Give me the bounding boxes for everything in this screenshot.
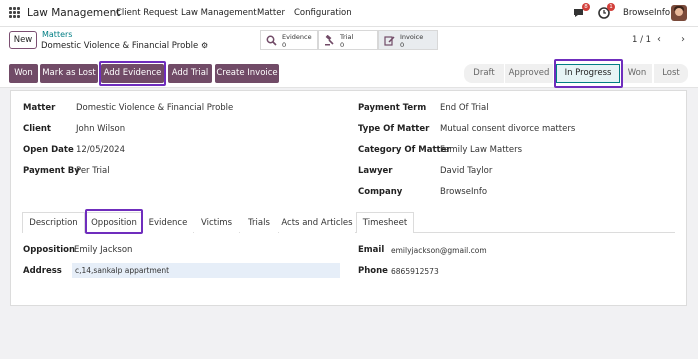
stage-draft[interactable]: Draft xyxy=(464,64,504,83)
add-trial-button[interactable]: Add Trial xyxy=(168,64,212,83)
tab-description[interactable]: Description xyxy=(22,212,85,233)
tab-evidence[interactable]: Evidence xyxy=(143,212,193,233)
chat-icon[interactable]: 8 xyxy=(572,3,590,20)
category-of-matter-value[interactable]: Family Law Matters xyxy=(440,145,522,155)
invoice-label: Invoice xyxy=(400,33,424,41)
tab-victims[interactable]: Victims xyxy=(194,212,239,233)
stage-won[interactable]: Won xyxy=(622,64,652,83)
menu-client-request[interactable]: Client Request xyxy=(116,8,178,18)
open-date-value[interactable]: 12/05/2024 xyxy=(76,145,125,155)
next-record-icon[interactable]: › xyxy=(681,34,685,45)
evidence-label: Evidence xyxy=(282,33,312,41)
lawyer-value[interactable]: David Taylor xyxy=(440,166,492,176)
highlight-opposition-tab xyxy=(85,209,143,234)
address-label: Address xyxy=(23,266,62,276)
opposition-value[interactable]: Emily Jackson xyxy=(74,245,132,255)
email-label: Email xyxy=(358,245,385,255)
tab-trials[interactable]: Trials xyxy=(240,212,278,233)
invoice-count: 0 xyxy=(400,41,405,49)
lawyer-label: Lawyer xyxy=(358,166,393,176)
trial-label: Trial xyxy=(340,33,354,41)
invoice-smart-button[interactable]: Invoice 0 xyxy=(378,30,438,50)
breadcrumb-matters-link[interactable]: Matters xyxy=(42,30,72,39)
matter-value[interactable]: Domestic Violence & Financial Proble xyxy=(76,103,233,113)
payment-term-value[interactable]: End Of Trial xyxy=(440,103,489,113)
menu-matter[interactable]: Matter xyxy=(257,8,285,18)
app-brand[interactable]: Law Management xyxy=(27,7,120,19)
email-value[interactable]: emilyjackson@gmail.com xyxy=(391,246,487,255)
mark-as-lost-button[interactable]: Mark as Lost xyxy=(40,64,98,83)
chat-count-badge: 8 xyxy=(582,3,590,11)
evidence-smart-button[interactable]: Evidence 0 xyxy=(260,30,318,50)
phone-label: Phone xyxy=(358,266,388,276)
breadcrumb-current-record: Domestic Violence & Financial Proble ⚙ xyxy=(41,41,208,51)
category-of-matter-label: Category Of Matter xyxy=(358,145,451,155)
magnifier-icon xyxy=(266,35,277,46)
app-menu-icon[interactable] xyxy=(9,7,20,18)
clock-icon[interactable]: 1 xyxy=(597,3,615,20)
menu-configuration[interactable]: Configuration xyxy=(294,8,352,18)
previous-record-icon[interactable]: ‹ xyxy=(657,34,661,45)
company-value[interactable]: BrowseInfo xyxy=(440,187,487,197)
client-label: Client xyxy=(23,124,51,134)
gavel-icon xyxy=(325,35,334,46)
new-button[interactable]: New xyxy=(9,31,37,49)
payment-by-label: Payment By xyxy=(23,166,80,176)
trial-count: 0 xyxy=(340,41,345,49)
tab-acts-and-articles[interactable]: Acts and Articles xyxy=(279,212,355,233)
company-label: Company xyxy=(358,187,403,197)
payment-term-label: Payment Term xyxy=(358,103,427,113)
create-invoice-button[interactable]: Create Invoice xyxy=(215,64,279,83)
menu-law-management[interactable]: Law Management xyxy=(181,8,257,18)
evidence-count: 0 xyxy=(282,41,287,49)
company-switcher[interactable]: BrowseInfo xyxy=(623,8,670,18)
client-value[interactable]: John Wilson xyxy=(76,124,125,134)
highlight-in-progress xyxy=(554,59,623,88)
stage-lost[interactable]: Lost xyxy=(654,64,688,83)
won-button[interactable]: Won xyxy=(9,64,38,83)
address-value[interactable]: c,14,sankalp appartment xyxy=(75,266,169,275)
tab-timesheet[interactable]: Timesheet xyxy=(356,212,414,233)
gear-icon[interactable]: ⚙ xyxy=(201,41,208,50)
stage-approved[interactable]: Approved xyxy=(505,64,553,83)
payment-by-value[interactable]: Per Trial xyxy=(76,166,110,176)
trial-smart-button[interactable]: Trial 0 xyxy=(318,30,378,50)
pencil-square-icon xyxy=(384,36,395,46)
open-date-label: Open Date xyxy=(23,145,74,155)
breadcrumb-current-label: Domestic Violence & Financial Proble xyxy=(41,41,199,51)
phone-value[interactable]: 6865912573 xyxy=(391,267,439,276)
pager-value[interactable]: 1 / 1 xyxy=(632,35,651,45)
type-of-matter-value[interactable]: Mutual consent divorce matters xyxy=(440,124,575,134)
activity-count-badge: 1 xyxy=(607,3,615,11)
highlight-add-evidence xyxy=(99,61,166,86)
type-of-matter-label: Type Of Matter xyxy=(358,124,430,134)
opposition-label: Opposition xyxy=(23,245,76,255)
user-avatar[interactable] xyxy=(671,5,687,21)
matter-label: Matter xyxy=(23,103,56,113)
